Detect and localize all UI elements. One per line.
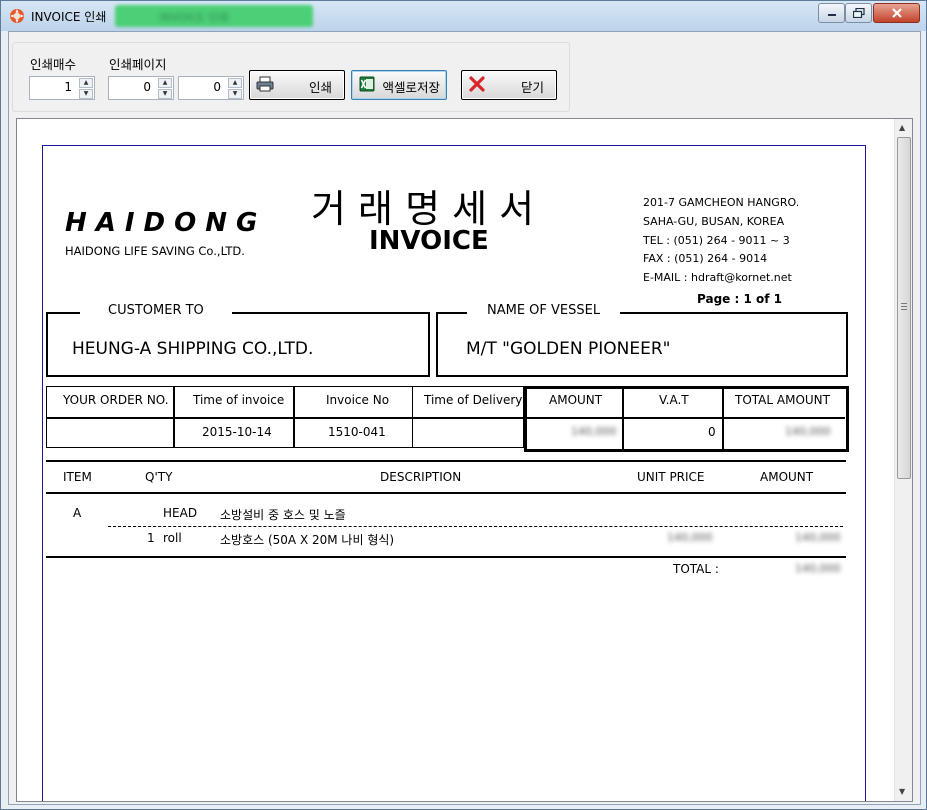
vessel-label: NAME OF VESSEL — [467, 303, 621, 318]
scrollbar-thumb[interactable] — [897, 137, 911, 479]
page-to-stepper[interactable]: 0 ▲ ▼ — [178, 76, 244, 100]
redacted-title-text: INVOICE 인쇄 — [159, 11, 229, 24]
invoice-no-value: 1510-041 — [328, 425, 386, 439]
header-amount: AMOUNT — [549, 393, 603, 407]
vertical-scrollbar[interactable]: ▲ ▼ — [894, 119, 912, 801]
amount-value: 140,000 — [571, 425, 617, 438]
order-col-line — [412, 387, 413, 447]
stepper-down-icon[interactable]: ▼ — [158, 89, 172, 99]
save-excel-button-label: 액셀로저장 — [382, 80, 440, 95]
stepper-down-icon[interactable]: ▼ — [79, 89, 93, 99]
minimize-button[interactable] — [818, 3, 845, 23]
copies-value: 1 — [64, 80, 72, 94]
invoice-title-korean: 거 래 명 세 서 — [311, 187, 535, 231]
group-dashed-rule — [108, 526, 843, 527]
line-description: 소방호스 (50A X 20M 나비 형식) — [220, 533, 395, 547]
pages-label: 인쇄페이지 — [109, 57, 167, 72]
company-fax: FAX : (051) 264 - 9014 — [643, 252, 768, 265]
window-title: INVOICE 인쇄 — [31, 10, 107, 24]
items-header-description: DESCRIPTION — [380, 470, 462, 484]
print-button-label: 인쇄 — [308, 80, 332, 95]
group-item: A — [73, 506, 82, 520]
order-col-line — [293, 387, 295, 447]
close-button[interactable]: 닫기 — [461, 70, 557, 100]
stepper-up-icon[interactable]: ▲ — [79, 78, 93, 88]
page-to-stepper-arrows[interactable]: ▲ ▼ — [228, 78, 242, 99]
stepper-up-icon[interactable]: ▲ — [228, 78, 242, 88]
items-header-rule — [46, 492, 846, 494]
order-table-divider — [47, 417, 525, 419]
items-bottom-rule — [46, 556, 846, 558]
amount-col-line — [722, 387, 724, 449]
items-header-amount: AMOUNT — [760, 470, 814, 484]
line-unit-price: 140,000 — [667, 531, 713, 544]
client-area: 인쇄매수 인쇄페이지 1 ▲ ▼ 0 ▲ ▼ 0 ▲ ▼ 인쇄 액셀로저장 닫기… — [8, 31, 921, 805]
invoice-title: INVOICE — [369, 226, 489, 256]
page-indicator: Page : 1 of 1 — [697, 292, 782, 306]
total-label: TOTAL : — [673, 562, 719, 576]
vessel-name: M/T "GOLDEN PIONEER" — [466, 339, 671, 359]
copies-stepper[interactable]: 1 ▲ ▼ — [29, 76, 95, 100]
items-header-item: ITEM — [63, 470, 92, 484]
page-to-value: 0 — [213, 80, 221, 94]
page-from-value: 0 — [143, 80, 151, 94]
header-vat: V.A.T — [659, 393, 689, 407]
save-excel-button[interactable]: 액셀로저장 — [351, 70, 447, 100]
copies-label: 인쇄매수 — [30, 57, 77, 72]
company-email: E-MAIL : hdraft@kornet.net — [643, 271, 792, 284]
stepper-down-icon[interactable]: ▼ — [228, 89, 242, 99]
items-header-unit-price: UNIT PRICE — [637, 470, 705, 484]
page-from-stepper[interactable]: 0 ▲ ▼ — [108, 76, 174, 100]
scroll-down-icon[interactable]: ▼ — [899, 787, 905, 796]
print-button[interactable]: 인쇄 — [249, 70, 345, 100]
header-total-amount: TOTAL AMOUNT — [735, 393, 830, 407]
header-time-of-delivery: Time of Delivery — [424, 393, 523, 407]
excel-icon — [359, 76, 375, 92]
copies-stepper-arrows[interactable]: ▲ ▼ — [79, 78, 93, 99]
company-tel: TEL : (051) 264 - 9011 ~ 3 — [643, 234, 790, 247]
print-toolbar: 인쇄매수 인쇄페이지 1 ▲ ▼ 0 ▲ ▼ 0 ▲ ▼ 인쇄 액셀로저장 닫기 — [12, 42, 570, 112]
redacted-title: INVOICE 인쇄 — [115, 5, 313, 27]
minimize-icon — [827, 14, 836, 16]
stepper-up-icon[interactable]: ▲ — [158, 78, 172, 88]
company-name: HAIDONG LIFE SAVING Co.,LTD. — [65, 244, 245, 258]
amount-table-divider — [526, 417, 845, 419]
company-logo: HAIDONG — [65, 208, 267, 238]
restore-icon — [852, 8, 865, 18]
group-unit: HEAD — [163, 506, 198, 520]
close-icon — [891, 8, 902, 18]
total-amount-value: 140,000 — [785, 425, 831, 438]
title-bar[interactable]: INVOICE 인쇄 INVOICE 인쇄 — [1, 1, 926, 31]
group-description: 소방설비 중 호스 및 노즐 — [220, 508, 346, 522]
company-address-2: SAHA-GU, BUSAN, KOREA — [643, 215, 785, 228]
print-preview[interactable]: ▲ ▼ HAIDONG HAIDONG LIFE SAVING Co.,LTD.… — [16, 118, 913, 802]
header-invoice-no: Invoice No — [326, 393, 390, 407]
customer-label: CUSTOMER TO — [80, 303, 232, 318]
close-button-label: 닫기 — [520, 80, 544, 95]
customer-name: HEUNG-A SHIPPING CO.,LTD. — [72, 339, 314, 359]
items-header-qty: Q'TY — [145, 470, 173, 484]
header-order-no: YOUR ORDER NO. — [63, 393, 169, 407]
maximize-button[interactable] — [845, 3, 872, 23]
printer-icon — [256, 76, 274, 92]
time-of-invoice-value: 2015-10-14 — [202, 425, 272, 439]
close-x-icon — [469, 76, 485, 92]
invoice-page: HAIDONG HAIDONG LIFE SAVING Co.,LTD. 거 래… — [42, 145, 866, 801]
order-col-line — [173, 387, 175, 447]
page-from-stepper-arrows[interactable]: ▲ ▼ — [158, 78, 172, 99]
scroll-up-icon[interactable]: ▲ — [899, 123, 905, 132]
company-address-1: 201-7 GAMCHEON HANGRO. — [643, 196, 800, 209]
vat-value: 0 — [708, 425, 716, 439]
line-qty: 1 — [147, 531, 155, 545]
invoice-print-window: INVOICE 인쇄 INVOICE 인쇄 인쇄매수 인쇄페이지 1 ▲ ▼ 0… — [0, 0, 927, 810]
lifebuoy-icon — [10, 9, 24, 23]
header-time-of-invoice: Time of invoice — [193, 393, 285, 407]
amount-col-line — [622, 387, 624, 449]
line-unit: roll — [163, 531, 182, 545]
line-amount: 140,000 — [795, 531, 841, 544]
total-value: 140,000 — [795, 562, 841, 575]
items-top-rule — [46, 460, 846, 462]
close-window-button[interactable] — [873, 3, 920, 23]
